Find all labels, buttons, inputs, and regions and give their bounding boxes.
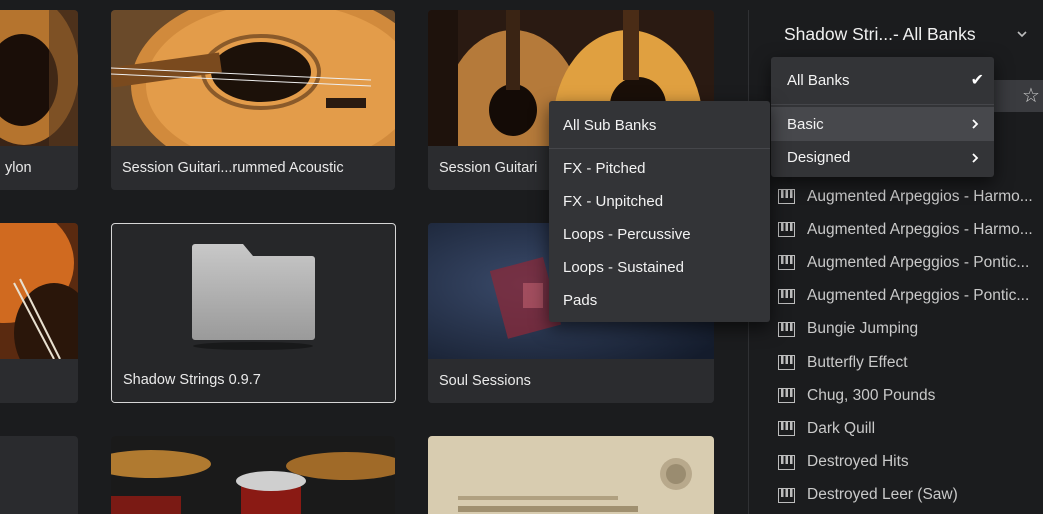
instrument-artwork: [111, 436, 395, 514]
menu-item-label: All Banks: [787, 71, 850, 89]
menu-item-label: FX - Unpitched: [563, 193, 664, 210]
instrument-tile[interactable]: [111, 436, 395, 514]
instrument-artwork: [0, 223, 78, 359]
preset-item[interactable]: Dark Quill: [778, 412, 1043, 445]
piano-keys-icon: [778, 321, 795, 337]
preset-item[interactable]: Destroyed Hits: [778, 446, 1043, 479]
preset-label: Augmented Arpeggios - Harmo...: [807, 187, 1033, 205]
tile-caption: [0, 359, 78, 403]
sub-bank-menu: All Sub Banks FX - Pitched FX - Unpitche…: [549, 101, 770, 322]
chevron-down-icon[interactable]: [1015, 27, 1029, 41]
piano-keys-icon: [778, 288, 795, 304]
menu-separator: [549, 148, 770, 149]
menu-item-label: Basic: [787, 115, 824, 133]
preset-label: Bungie Jumping: [807, 320, 919, 338]
menu-item-fx-pitched[interactable]: FX - Pitched: [549, 152, 770, 185]
tile-caption: Shadow Strings 0.9.7: [112, 358, 395, 402]
menu-item-label: Loops - Percussive: [563, 226, 691, 243]
menu-item-label: Pads: [563, 292, 598, 309]
menu-item-basic[interactable]: Basic: [771, 107, 994, 141]
menu-item-fx-unpitched[interactable]: FX - Unpitched: [549, 185, 770, 218]
menu-item-label: All Sub Banks: [563, 116, 657, 134]
preset-label: Augmented Arpeggios - Pontic...: [807, 253, 1030, 271]
menu-item-label: Loops - Sustained: [563, 259, 684, 276]
preset-item[interactable]: Augmented Arpeggios - Harmo...: [778, 213, 1043, 246]
preset-label: Butterfly Effect: [807, 353, 908, 371]
tile-caption: Soul Sessions: [428, 359, 714, 403]
menu-item-label: FX - Pitched: [563, 160, 646, 177]
preset-label: Destroyed Hits: [807, 453, 909, 471]
menu-item-all-banks[interactable]: All Banks ✔: [771, 61, 994, 99]
piano-keys-icon: [778, 388, 795, 404]
preset-label: Augmented Arpeggios - Pontic...: [807, 287, 1030, 305]
menu-item-loops-sustained[interactable]: Loops - Sustained: [549, 251, 770, 284]
menu-item-pads[interactable]: Pads: [549, 284, 770, 317]
piano-keys-icon: [778, 355, 795, 371]
preset-item[interactable]: Augmented Arpeggios - Harmo...: [778, 180, 1043, 213]
piano-keys-icon: [778, 421, 795, 437]
menu-item-label: Designed: [787, 149, 851, 166]
piano-keys-icon: [778, 189, 795, 205]
preset-item[interactable]: Chug, 300 Pounds: [778, 379, 1043, 412]
preset-item[interactable]: Bungie Jumping: [778, 313, 1043, 346]
chevron-right-icon: [972, 119, 979, 129]
preset-label: Dark Quill: [807, 419, 876, 437]
preset-item[interactable]: Augmented Arpeggios - Pontic...: [778, 246, 1043, 279]
preset-label: Destroyed Leer (Saw): [807, 486, 958, 504]
instrument-tile[interactable]: ylon: [0, 10, 78, 190]
chevron-right-icon: [972, 152, 979, 163]
piano-keys-icon: [778, 255, 795, 271]
bank-dropdown-menu: All Banks ✔ Basic Designed: [771, 57, 994, 177]
instrument-tile[interactable]: [0, 223, 78, 403]
instrument-artwork: [428, 436, 714, 514]
menu-item-designed[interactable]: Designed: [771, 141, 994, 174]
instrument-tile[interactable]: [428, 436, 714, 514]
instrument-artwork: [111, 10, 395, 146]
tile-caption: ylon: [0, 146, 78, 190]
bank-selector[interactable]: Shadow Stri...- All Banks: [784, 24, 976, 45]
piano-keys-icon: [778, 222, 795, 238]
preset-label: Chug, 300 Pounds: [807, 386, 936, 404]
piano-keys-icon: [778, 454, 795, 470]
instrument-artwork: [0, 10, 78, 146]
preset-label: Augmented Arpeggios - Harmo...: [807, 220, 1033, 238]
tile-caption: Session Guitari...rummed Acoustic: [111, 146, 395, 190]
instrument-tile[interactable]: Session Guitari...rummed Acoustic: [111, 10, 395, 190]
menu-separator: [771, 104, 994, 105]
instrument-tile[interactable]: [0, 436, 78, 514]
preset-item[interactable]: Destroyed Leer (Saw): [778, 479, 1043, 512]
checkmark-icon: ✔: [970, 72, 984, 89]
piano-keys-icon: [778, 487, 795, 503]
menu-item-loops-percussive[interactable]: Loops - Percussive: [549, 218, 770, 251]
menu-item-all-sub-banks[interactable]: All Sub Banks: [549, 106, 770, 144]
instrument-tile-selected[interactable]: Shadow Strings 0.9.7: [111, 223, 396, 403]
preset-item[interactable]: Butterfly Effect: [778, 346, 1043, 379]
preset-list: Augmented Arpeggios - Harmo... Augmented…: [778, 180, 1043, 512]
folder-icon: [192, 244, 315, 350]
preset-item[interactable]: Augmented Arpeggios - Pontic...: [778, 280, 1043, 313]
star-icon[interactable]: ☆: [1022, 83, 1040, 108]
